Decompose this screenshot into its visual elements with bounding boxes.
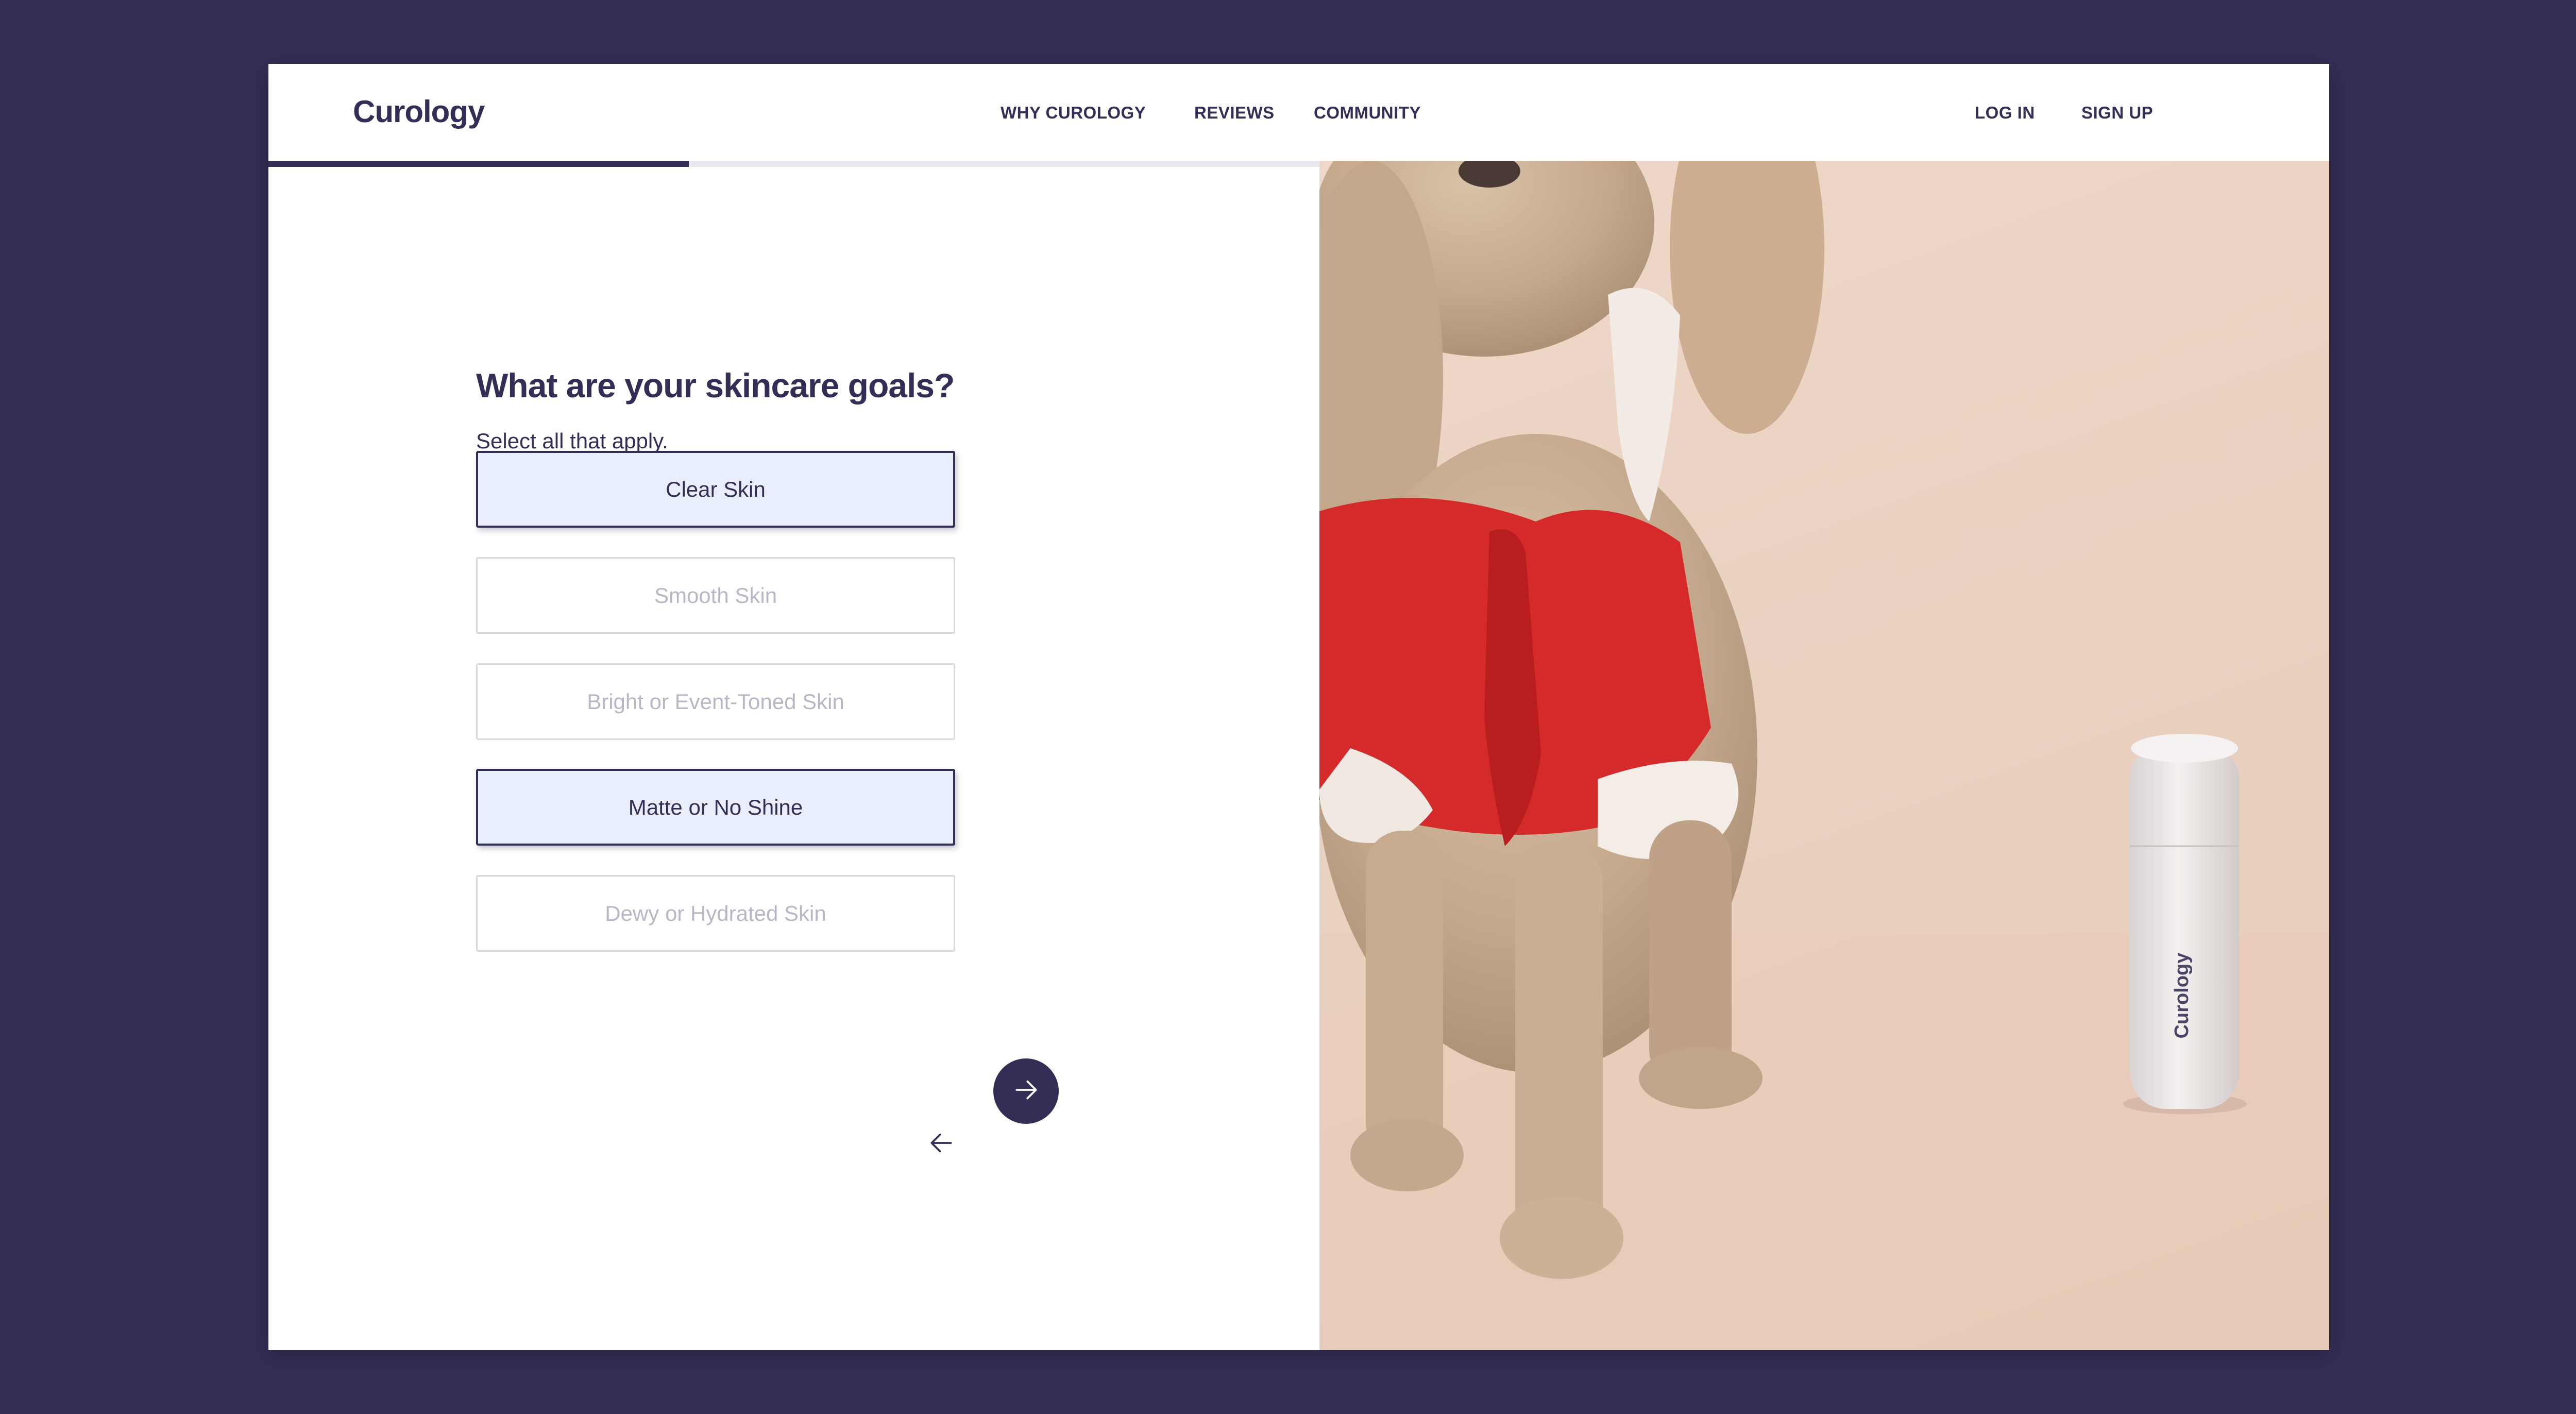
site-header: Curology WHY CUROLOGY REVIEWS COMMUNITY …	[268, 64, 2329, 161]
quiz-panel: What are your skincare goals? Select all…	[268, 167, 1319, 1350]
nav-sign-up[interactable]: SIGN UP	[2081, 103, 2153, 123]
next-button[interactable]	[993, 1058, 1059, 1124]
nav-why-curology[interactable]: WHY CUROLOGY	[1001, 103, 1146, 123]
hero-photo: Curology	[1319, 161, 2329, 1350]
nav-community[interactable]: COMMUNITY	[1314, 103, 1421, 123]
option-bright-skin[interactable]: Bright or Event-Toned Skin	[476, 663, 955, 740]
dog-photo-illustration: Curology	[1319, 161, 2329, 1350]
question-subtitle: Select all that apply.	[476, 429, 668, 453]
option-dewy-hydrated[interactable]: Dewy or Hydrated Skin	[476, 875, 955, 952]
option-clear-skin[interactable]: Clear Skin	[476, 451, 955, 528]
option-smooth-skin[interactable]: Smooth Skin	[476, 557, 955, 634]
app-frame: Curology WHY CUROLOGY REVIEWS COMMUNITY …	[268, 64, 2329, 1350]
progress-bar	[268, 161, 1319, 167]
progress-fill	[268, 161, 689, 167]
nav-reviews[interactable]: REVIEWS	[1194, 103, 1275, 123]
bottle-label: Curology	[2171, 953, 2193, 1039]
option-matte-no-shine[interactable]: Matte or No Shine	[476, 769, 955, 846]
arrow-right-icon	[1012, 1075, 1041, 1107]
nav-log-in[interactable]: LOG IN	[1975, 103, 2035, 123]
question-title: What are your skincare goals?	[476, 366, 955, 405]
back-button[interactable]	[910, 1113, 972, 1175]
arrow-left-icon	[927, 1129, 956, 1160]
logo[interactable]: Curology	[353, 94, 485, 129]
